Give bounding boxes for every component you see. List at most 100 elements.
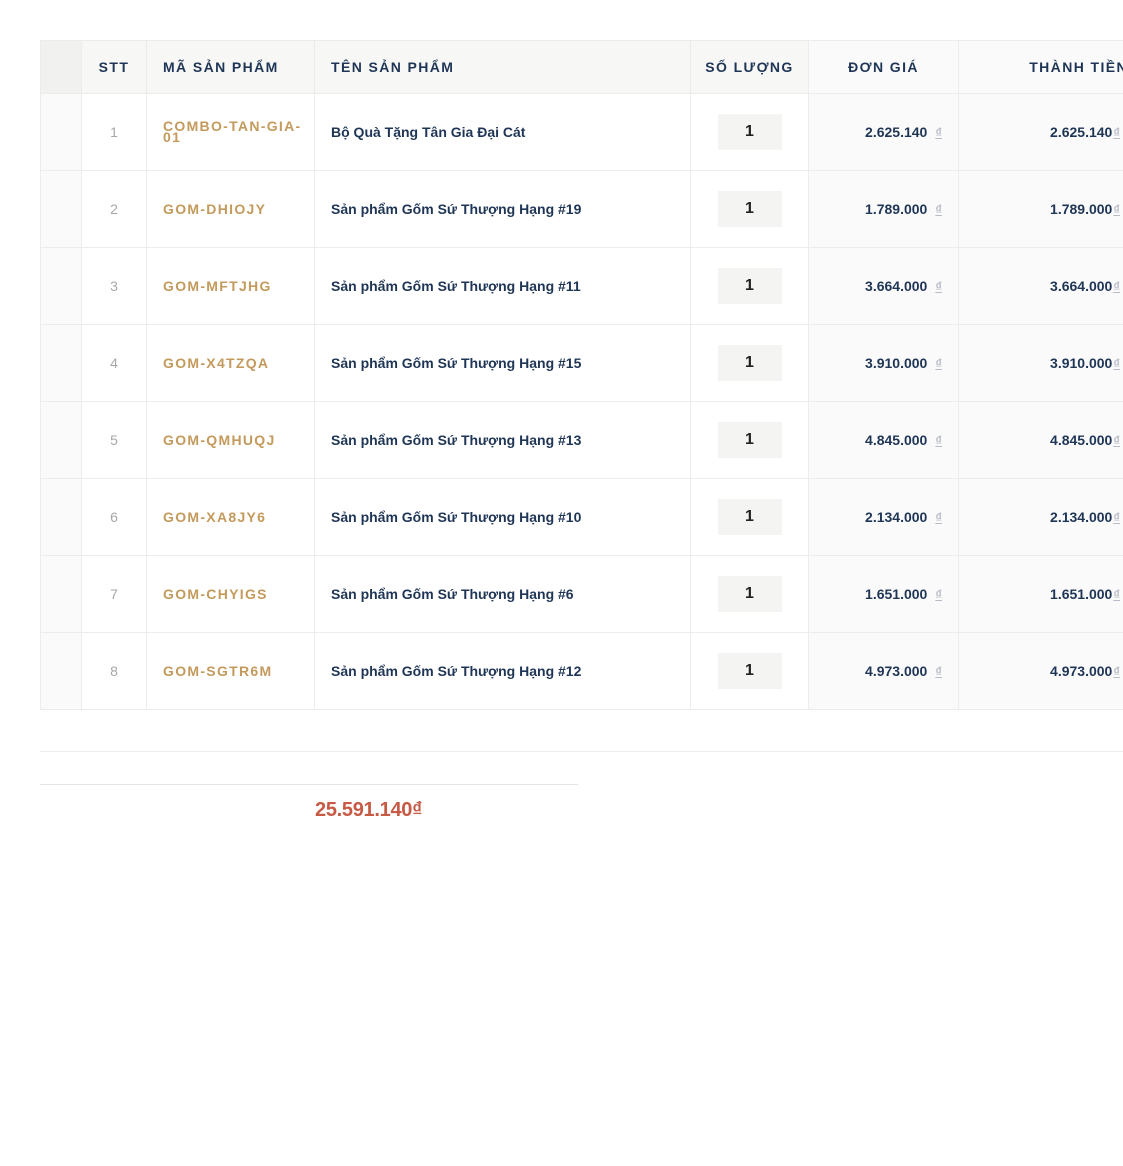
table-row: 7 GOM-CHYIGS Sản phẩm Gốm Sứ Thượng Hạng #… bbox=[40, 555, 1123, 633]
product-code: GOM-DHIOJY bbox=[146, 170, 315, 248]
line-total-cell: 4.845.000₫ bbox=[958, 401, 1123, 479]
row-select-cell[interactable] bbox=[40, 170, 82, 248]
row-select-cell[interactable] bbox=[40, 324, 82, 402]
quantity-input[interactable]: 1 bbox=[717, 268, 782, 304]
currency-symbol: ₫ bbox=[935, 510, 942, 525]
table-row: 3 GOM-MFTJHG Sản phẩm Gốm Sứ Thượng Hạng #… bbox=[40, 247, 1123, 325]
summary-divider bbox=[40, 784, 578, 785]
unit-price: 4.845.000 bbox=[865, 432, 928, 448]
quantity-cell: 1 bbox=[690, 93, 809, 171]
row-stt: 2 bbox=[81, 170, 147, 248]
row-select-cell[interactable] bbox=[40, 632, 82, 710]
unit-price: 4.973.000 bbox=[865, 663, 928, 679]
quantity-cell: 1 bbox=[690, 401, 809, 479]
product-code: GOM-MFTJHG bbox=[146, 247, 315, 325]
quantity-input[interactable]: 1 bbox=[717, 191, 782, 227]
quantity-input[interactable]: 1 bbox=[717, 422, 782, 458]
currency-symbol: ₫ bbox=[935, 202, 942, 217]
line-total-cell: 2.134.000₫ bbox=[958, 478, 1123, 556]
product-name: Sản phẩm Gốm Sứ Thượng Hạng #13 bbox=[314, 401, 691, 479]
quantity-input[interactable]: 1 bbox=[717, 576, 782, 612]
quantity-cell: 1 bbox=[690, 170, 809, 248]
line-total-cell: 4.973.000₫ bbox=[958, 632, 1123, 710]
product-name: Sản phẩm Gốm Sứ Thượng Hạng #11 bbox=[314, 247, 691, 325]
product-name: Sản phẩm Gốm Sứ Thượng Hạng #6 bbox=[314, 555, 691, 633]
line-total-cell: 3.910.000₫ bbox=[958, 324, 1123, 402]
unit-price-cell: 4.973.000 ₫ bbox=[808, 632, 959, 710]
row-stt: 6 bbox=[81, 478, 147, 556]
unit-price: 3.664.000 bbox=[865, 278, 928, 294]
row-select-cell[interactable] bbox=[40, 401, 82, 479]
line-total: 3.664.000 bbox=[1050, 278, 1113, 294]
currency-symbol: ₫ bbox=[1113, 202, 1120, 217]
header-product-code: MÃ SẢN PHẨM bbox=[146, 40, 315, 94]
currency-symbol: ₫ bbox=[1113, 510, 1120, 525]
table-row: 1 COMBO-TAN-GIA-01 Bộ Quà Tặng Tân Gia Đại… bbox=[40, 93, 1123, 171]
currency-symbol: ₫ bbox=[935, 433, 942, 448]
line-total-cell: 2.625.140₫ bbox=[958, 93, 1123, 171]
product-name: Sản phẩm Gốm Sứ Thượng Hạng #12 bbox=[314, 632, 691, 710]
line-total: 3.910.000 bbox=[1050, 355, 1113, 371]
currency-symbol: ₫ bbox=[1113, 433, 1120, 448]
quantity-input[interactable]: 1 bbox=[717, 653, 782, 689]
currency-symbol: ₫ bbox=[1113, 664, 1120, 679]
table-row: 4 GOM-X4TZQA Sản phẩm Gốm Sứ Thượng Hạng #… bbox=[40, 324, 1123, 402]
currency-symbol: ₫ bbox=[935, 587, 942, 602]
product-code: GOM-CHYIGS bbox=[146, 555, 315, 633]
row-stt: 5 bbox=[81, 401, 147, 479]
product-code: GOM-QMHUQJ bbox=[146, 401, 315, 479]
row-select-cell[interactable] bbox=[40, 555, 82, 633]
currency-symbol: ₫ bbox=[1113, 125, 1120, 140]
table-row: 6 GOM-XA8JY6 Sản phẩm Gốm Sứ Thượng Hạng #… bbox=[40, 478, 1123, 556]
row-select-cell[interactable] bbox=[40, 247, 82, 325]
table-body: 1 COMBO-TAN-GIA-01 Bộ Quà Tặng Tân Gia Đại… bbox=[40, 93, 1123, 710]
header-product-name: TÊN SẢN PHẨM bbox=[314, 40, 691, 94]
header-quantity: SỐ LƯỢNG bbox=[690, 40, 809, 94]
quantity-cell: 1 bbox=[690, 555, 809, 633]
table-header-row: STT MÃ SẢN PHẨM TÊN SẢN PHẨM SỐ LƯỢNG ĐƠ… bbox=[40, 40, 1123, 94]
row-select-cell[interactable] bbox=[40, 93, 82, 171]
line-total: 4.973.000 bbox=[1050, 663, 1113, 679]
table-row: 2 GOM-DHIOJY Sản phẩm Gốm Sứ Thượng Hạng #… bbox=[40, 170, 1123, 248]
line-total: 1.789.000 bbox=[1050, 201, 1113, 217]
cart-table-container: STT MÃ SẢN PHẨM TÊN SẢN PHẨM SỐ LƯỢNG ĐƠ… bbox=[40, 40, 1123, 710]
row-stt: 1 bbox=[81, 93, 147, 171]
currency-symbol: ₫ bbox=[1113, 279, 1120, 294]
header-stt: STT bbox=[81, 40, 147, 94]
row-select-cell[interactable] bbox=[40, 478, 82, 556]
quantity-cell: 1 bbox=[690, 632, 809, 710]
quantity-cell: 1 bbox=[690, 324, 809, 402]
unit-price-cell: 2.134.000 ₫ bbox=[808, 478, 959, 556]
line-total: 1.651.000 bbox=[1050, 586, 1113, 602]
quantity-input[interactable]: 1 bbox=[717, 499, 782, 535]
header-line-total: THÀNH TIỀN bbox=[958, 40, 1123, 94]
product-code: GOM-XA8JY6 bbox=[146, 478, 315, 556]
currency-symbol: ₫ bbox=[935, 279, 942, 294]
unit-price: 1.789.000 bbox=[865, 201, 928, 217]
grand-total-amount: 25.591.140₫ bbox=[315, 799, 423, 821]
product-code: GOM-X4TZQA bbox=[146, 324, 315, 402]
divider bbox=[40, 751, 1123, 752]
table-row: 5 GOM-QMHUQJ Sản phẩm Gốm Sứ Thượng Hạng #… bbox=[40, 401, 1123, 479]
row-stt: 7 bbox=[81, 555, 147, 633]
line-total-cell: 3.664.000₫ bbox=[958, 247, 1123, 325]
row-stt: 3 bbox=[81, 247, 147, 325]
quantity-input[interactable]: 1 bbox=[717, 345, 782, 381]
product-name: Sản phẩm Gốm Sứ Thượng Hạng #19 bbox=[314, 170, 691, 248]
unit-price-cell: 4.845.000 ₫ bbox=[808, 401, 959, 479]
unit-price: 1.651.000 bbox=[865, 586, 928, 602]
currency-symbol: ₫ bbox=[935, 125, 942, 140]
quantity-cell: 1 bbox=[690, 478, 809, 556]
line-total-cell: 1.789.000₫ bbox=[958, 170, 1123, 248]
unit-price: 3.910.000 bbox=[865, 355, 928, 371]
product-code: COMBO-TAN-GIA-01 bbox=[146, 93, 315, 171]
cart-table: STT MÃ SẢN PHẨM TÊN SẢN PHẨM SỐ LƯỢNG ĐƠ… bbox=[40, 40, 1123, 710]
currency-symbol: ₫ bbox=[1113, 587, 1120, 602]
unit-price: 2.625.140 bbox=[865, 124, 928, 140]
quantity-input[interactable]: 1 bbox=[717, 114, 782, 150]
product-name: Bộ Quà Tặng Tân Gia Đại Cát bbox=[314, 93, 691, 171]
unit-price-cell: 3.664.000 ₫ bbox=[808, 247, 959, 325]
product-code: GOM-SGTR6M bbox=[146, 632, 315, 710]
line-total-cell: 1.651.000₫ bbox=[958, 555, 1123, 633]
product-name: Sản phẩm Gốm Sứ Thượng Hạng #10 bbox=[314, 478, 691, 556]
